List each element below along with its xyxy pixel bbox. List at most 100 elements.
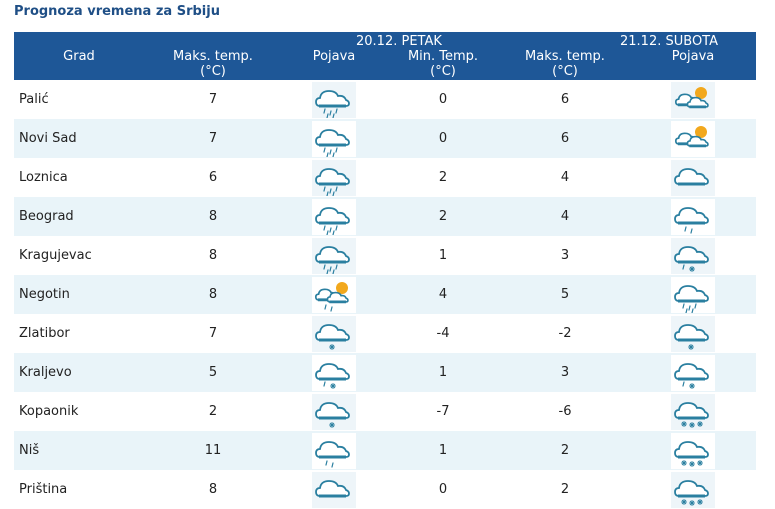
table-row: Kragujevac 8 1 3 xyxy=(14,236,756,275)
partly-cloudy-icon xyxy=(671,120,715,157)
day1-phenomenon xyxy=(282,353,386,392)
table-row: Loznica 6 2 4 xyxy=(14,158,756,197)
day1-phenomenon xyxy=(282,236,386,275)
table-row: Kopaonik 2 -7 -6 xyxy=(14,392,756,431)
column-header-day2-max: Maks. temp. (°C) xyxy=(500,49,630,80)
day2-max-temp: 2 xyxy=(500,431,630,470)
day2-min-temp: -4 xyxy=(436,326,450,341)
day1-phenomenon xyxy=(282,158,386,197)
day1-max-temp: 7 xyxy=(144,119,282,158)
city-name: Palić xyxy=(19,92,49,107)
day2-phenomenon xyxy=(630,392,756,431)
table-row: Zlatibor 7 -4 -2 xyxy=(14,314,756,353)
partly-cloudy-icon xyxy=(671,81,715,118)
day2-min-temp: -7 xyxy=(436,404,450,419)
city-name: Kopaonik xyxy=(19,404,79,419)
cloud-rain-icon xyxy=(312,237,356,274)
day2-phenomenon xyxy=(630,197,756,236)
day1-max-temp: 7 xyxy=(208,326,218,341)
cloud-icon xyxy=(671,159,715,196)
day2-max-temp: 5 xyxy=(500,275,630,314)
day2-phenomenon xyxy=(630,80,756,119)
column-header-day1-max: Maks. temp. (°C) xyxy=(144,49,282,80)
day1-max-temp: 11 xyxy=(144,431,282,470)
day1-phenomenon xyxy=(282,197,386,236)
forecast-table: Grad 20.12. PETAK 21.12. SUBOTA Maks. te… xyxy=(14,32,756,509)
day2-min-temp: 4 xyxy=(386,275,500,314)
cloud-icon xyxy=(312,471,356,508)
city-name: Loznica xyxy=(19,170,68,185)
city-name: Novi Sad xyxy=(14,119,144,158)
day2-max-temp: 3 xyxy=(500,353,630,392)
page-title: Prognoza vremena za Srbiju xyxy=(14,4,220,19)
day2-phenomenon xyxy=(630,236,756,275)
day2-max-temp: -6 xyxy=(558,404,572,419)
cloud-rain-snow-icon xyxy=(671,237,715,274)
table-row: Novi Sad 7 0 6 xyxy=(14,119,756,158)
day1-max-temp: 6 xyxy=(208,170,218,185)
day1-phenomenon xyxy=(282,314,386,353)
day1-phenomenon xyxy=(282,431,386,470)
day1-phenomenon xyxy=(282,80,386,119)
table-row: Beograd 8 2 4 xyxy=(14,197,756,236)
cloud-heavy-snow-icon xyxy=(671,393,715,430)
cloud-rain-icon xyxy=(671,276,715,313)
table-row: Negotin 8 4 5 xyxy=(14,275,756,314)
day2-phenomenon xyxy=(630,119,756,158)
cloud-light-rain-icon xyxy=(671,198,715,235)
day2-phenomenon xyxy=(630,431,756,470)
city-name: Kragujevac xyxy=(19,248,92,263)
header-dates-row: Grad 20.12. PETAK 21.12. SUBOTA xyxy=(14,32,756,80)
cloud-snow-icon xyxy=(671,315,715,352)
city-name: Zlatibor xyxy=(19,326,70,341)
cloud-rain-icon xyxy=(312,81,356,118)
day2-phenomenon xyxy=(630,314,756,353)
day2-max-temp: 2 xyxy=(560,482,570,497)
day2-phenomenon xyxy=(630,470,756,509)
city-name: Beograd xyxy=(14,197,144,236)
day2-max-temp: 3 xyxy=(560,248,570,263)
day2-phenomenon xyxy=(630,158,756,197)
day1-max-temp: 8 xyxy=(144,275,282,314)
table-row: Priština 8 0 2 xyxy=(14,470,756,509)
day2-max-temp: 6 xyxy=(500,119,630,158)
day1-phenomenon xyxy=(282,275,386,314)
cloud-snow-icon xyxy=(312,393,356,430)
day1-phenomenon xyxy=(282,119,386,158)
cloud-snow-icon xyxy=(312,315,356,352)
column-header-day1-phenomenon: Pojava xyxy=(282,49,386,80)
day1-max-temp: 5 xyxy=(144,353,282,392)
day2-date-header: 21.12. SUBOTA xyxy=(500,32,756,49)
city-name: Priština xyxy=(19,482,68,497)
day1-max-temp: 2 xyxy=(208,404,218,419)
table-row: Palić 7 0 6 xyxy=(14,80,756,119)
day2-min-temp: 0 xyxy=(386,119,500,158)
day2-max-temp: 4 xyxy=(500,197,630,236)
day2-min-temp: 0 xyxy=(438,92,448,107)
city-name: Negotin xyxy=(14,275,144,314)
city-name: Niš xyxy=(14,431,144,470)
column-header-city: Grad xyxy=(14,32,144,80)
day2-max-temp: 6 xyxy=(560,92,570,107)
day2-min-temp: 2 xyxy=(386,197,500,236)
day2-phenomenon xyxy=(630,353,756,392)
column-header-day2-min: Min. Temp. (°C) xyxy=(386,49,500,80)
cloud-rain-snow-icon xyxy=(671,354,715,391)
day1-phenomenon xyxy=(282,392,386,431)
column-header-day2-phenomenon: Pojava xyxy=(630,49,756,80)
table-row: Niš 11 1 2 xyxy=(14,431,756,470)
day2-min-temp: 1 xyxy=(386,353,500,392)
cloud-heavy-snow-icon xyxy=(671,432,715,469)
table-row: Kraljevo 5 1 3 xyxy=(14,353,756,392)
cloud-rain-icon xyxy=(312,159,356,196)
day2-max-temp: 4 xyxy=(560,170,570,185)
day2-phenomenon xyxy=(630,275,756,314)
day2-min-temp: 0 xyxy=(438,482,448,497)
day2-max-temp: -2 xyxy=(558,326,572,341)
day2-min-temp: 1 xyxy=(438,248,448,263)
cloud-heavy-snow-icon xyxy=(671,471,715,508)
partly-cloudy-rain-icon xyxy=(312,276,356,313)
day1-max-temp: 8 xyxy=(208,248,218,263)
day1-max-temp: 8 xyxy=(144,197,282,236)
cloud-light-rain-icon xyxy=(312,432,356,469)
